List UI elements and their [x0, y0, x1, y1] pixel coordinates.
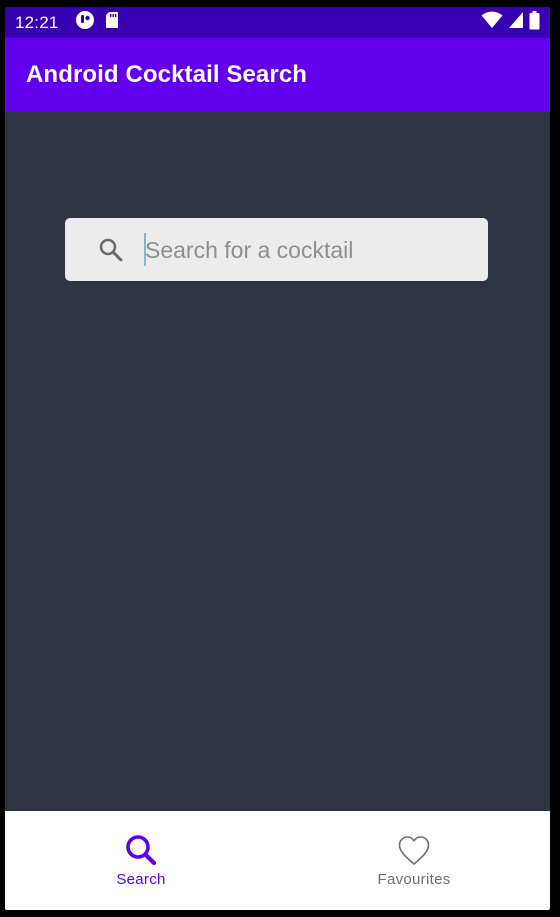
- search-box[interactable]: [65, 218, 488, 281]
- nav-item-search[interactable]: Search: [5, 811, 277, 910]
- notification-app-icon: [75, 10, 95, 35]
- search-icon: [98, 237, 124, 263]
- sd-card-icon: [105, 11, 119, 34]
- bottom-navigation: Search Favourites: [5, 811, 550, 910]
- app-title: Android Cocktail Search: [26, 61, 308, 88]
- search-icon: [123, 833, 159, 869]
- heart-icon: [396, 833, 432, 869]
- signal-icon: [508, 11, 524, 34]
- wifi-icon: [481, 11, 503, 34]
- status-bar: 12:21: [5, 7, 550, 38]
- battery-icon: [529, 10, 540, 35]
- status-left-icons: [75, 10, 119, 35]
- app-screen: 12:21 Android Cocktail Search Search for…: [5, 7, 550, 910]
- nav-label-favourites: Favourites: [377, 871, 451, 888]
- nav-label-search: Search: [116, 871, 166, 888]
- text-caret: [144, 233, 146, 266]
- nav-item-favourites[interactable]: Favourites: [278, 811, 550, 910]
- status-right-icons: [481, 7, 540, 38]
- main-content: [5, 112, 550, 811]
- search-input[interactable]: [143, 230, 463, 270]
- app-bar: Android Cocktail Search: [5, 38, 550, 112]
- status-time: 12:21: [15, 12, 59, 32]
